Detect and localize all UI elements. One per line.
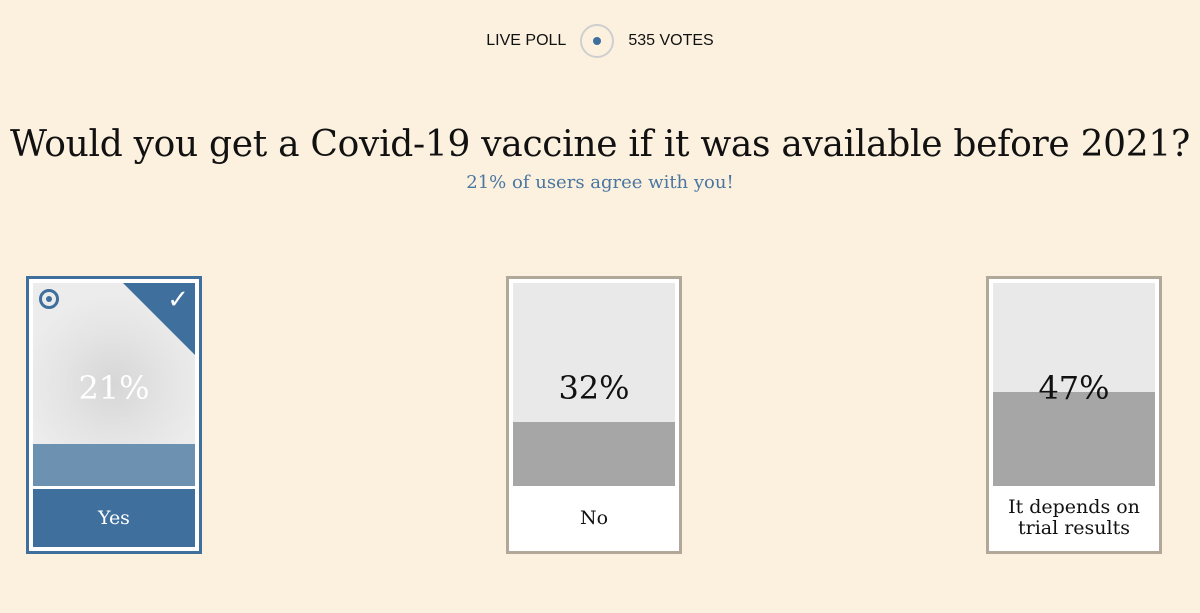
percent-text: 21% bbox=[78, 369, 150, 407]
option-label: No bbox=[513, 489, 675, 547]
option-chart: 47% bbox=[993, 283, 1155, 486]
percent-text: 32% bbox=[558, 369, 630, 407]
option-label: Yes bbox=[33, 489, 195, 547]
percent-fill-bar bbox=[33, 444, 195, 486]
agreement-subtitle: 21% of users agree with you! bbox=[466, 172, 734, 193]
live-poll-header: LIVE POLL 535 VOTES bbox=[0, 24, 1200, 58]
poll-question: Would you get a Covid-19 vaccine if it w… bbox=[9, 124, 1190, 165]
poll-page: LIVE POLL 535 VOTES Would you get a Covi… bbox=[0, 0, 1200, 613]
option-card-yes[interactable]: ✓ 21% Yes bbox=[26, 276, 202, 554]
percent-text: 47% bbox=[1038, 369, 1110, 407]
option-chart: 32% bbox=[513, 283, 675, 486]
option-card-it-depends[interactable]: 47% It depends on trial results bbox=[986, 276, 1162, 554]
option-card-no[interactable]: 32% No bbox=[506, 276, 682, 554]
vote-count: 535 VOTES bbox=[628, 32, 714, 49]
live-dot-icon bbox=[580, 24, 615, 58]
live-poll-label: LIVE POLL bbox=[486, 32, 567, 49]
option-chart: ✓ 21% bbox=[33, 283, 195, 486]
option-label: It depends on trial results bbox=[993, 489, 1155, 547]
checkmark-icon: ✓ bbox=[167, 285, 189, 315]
percent-fill-bar bbox=[513, 422, 675, 486]
radio-selected-icon bbox=[39, 289, 59, 309]
